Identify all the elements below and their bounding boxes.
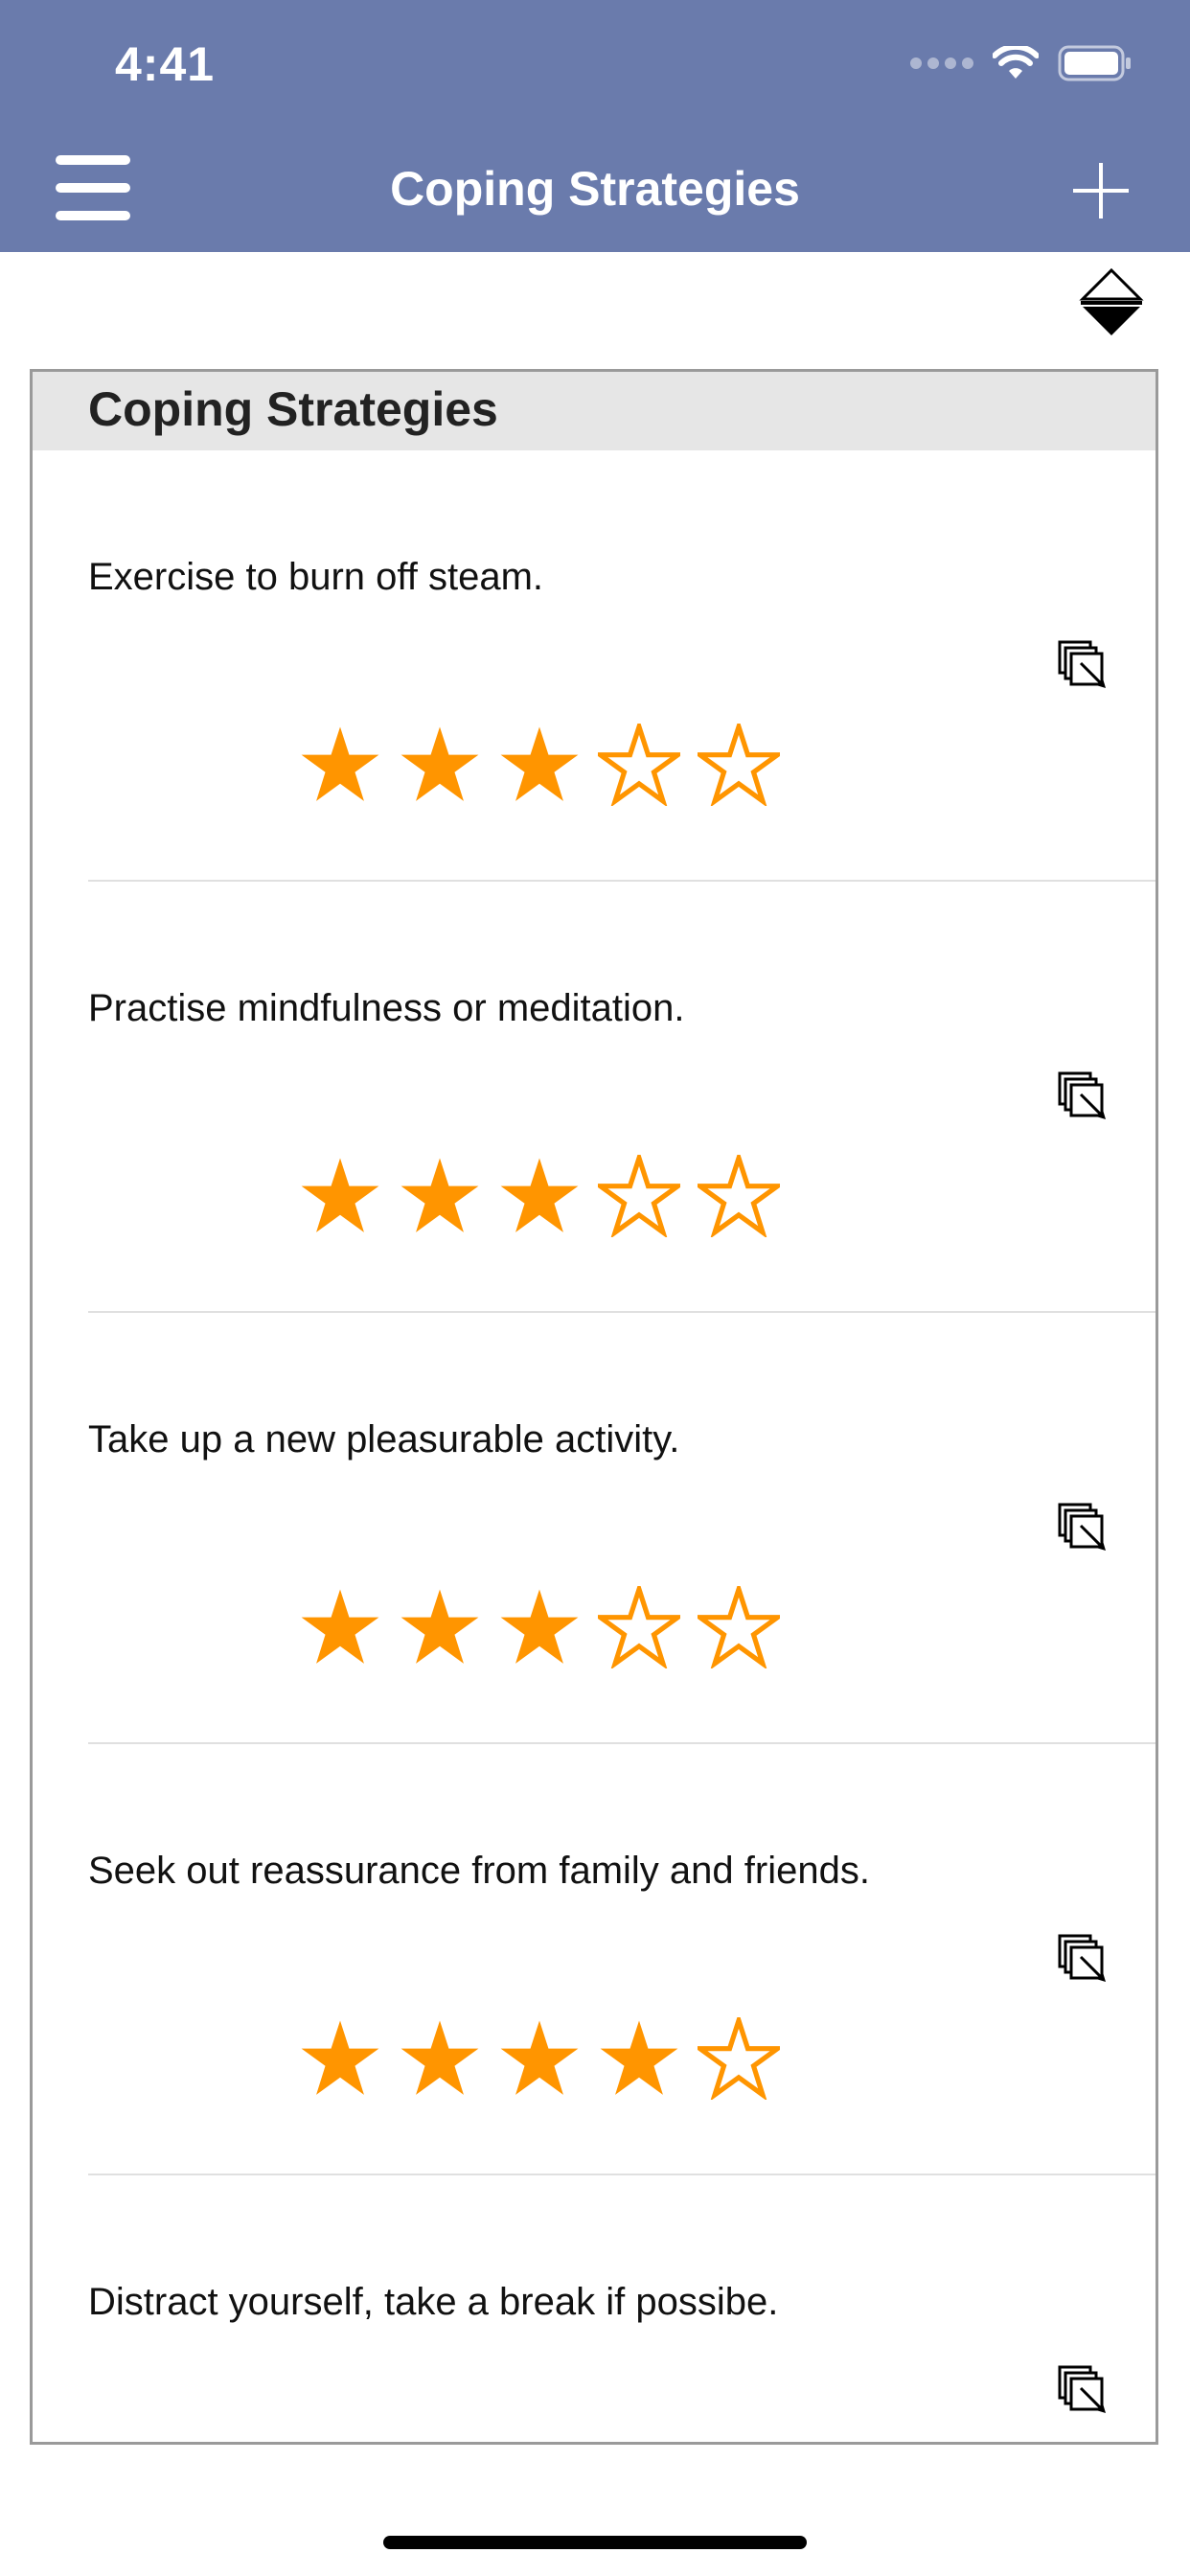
star-filled-icon[interactable]: [399, 1586, 481, 1668]
page-title: Coping Strategies: [390, 162, 800, 216]
star-empty-icon[interactable]: [698, 2017, 780, 2100]
list-item[interactable]: Distract yourself, take a break if possi…: [33, 2175, 1156, 2442]
strategy-text: Seek out reassurance from family and fri…: [88, 1850, 870, 1892]
star-filled-icon[interactable]: [299, 1155, 381, 1237]
section-header-title: Coping Strategies: [88, 382, 498, 436]
section-header: Coping Strategies: [33, 372, 1156, 450]
star-rating[interactable]: [299, 724, 780, 806]
status-indicators: [910, 42, 1133, 84]
star-empty-icon[interactable]: [598, 724, 680, 806]
cellular-signal-icon: [910, 58, 973, 69]
sort-toggle-icon[interactable]: [1077, 266, 1146, 339]
edit-copy-icon[interactable]: [1058, 1934, 1110, 1986]
strategy-text: Practise mindfulness or meditation.: [88, 987, 685, 1029]
star-empty-icon[interactable]: [698, 724, 780, 806]
star-filled-icon[interactable]: [399, 724, 481, 806]
home-indicator[interactable]: [383, 2536, 807, 2549]
edit-copy-icon[interactable]: [1058, 1071, 1110, 1123]
strategy-text: Exercise to burn off steam.: [88, 556, 544, 598]
star-filled-icon[interactable]: [498, 1586, 581, 1668]
star-empty-icon[interactable]: [698, 1586, 780, 1668]
edit-copy-icon[interactable]: [1058, 640, 1110, 692]
star-rating[interactable]: [299, 1586, 780, 1668]
star-filled-icon[interactable]: [299, 2017, 381, 2100]
list-item[interactable]: Take up a new pleasurable activity.: [33, 1313, 1156, 1744]
list-item[interactable]: Exercise to burn off steam.: [33, 450, 1156, 882]
strategies-panel: Coping Strategies Exercise to burn off s…: [30, 369, 1158, 2445]
add-strategy-button[interactable]: [1073, 163, 1129, 218]
star-filled-icon[interactable]: [598, 2017, 680, 2100]
strategy-text: Distract yourself, take a break if possi…: [88, 2281, 779, 2323]
strategy-text: Take up a new pleasurable activity.: [88, 1418, 680, 1460]
star-rating[interactable]: [299, 1155, 780, 1237]
star-filled-icon[interactable]: [498, 1155, 581, 1237]
navigation-bar: 4:41 Coping Strategies: [0, 0, 1190, 252]
list-item[interactable]: Seek out reassurance from family and fri…: [33, 1744, 1156, 2175]
edit-copy-icon[interactable]: [1058, 2365, 1110, 2417]
star-filled-icon[interactable]: [299, 1586, 381, 1668]
list-item[interactable]: Practise mindfulness or meditation.: [33, 882, 1156, 1313]
star-filled-icon[interactable]: [498, 724, 581, 806]
star-filled-icon[interactable]: [399, 2017, 481, 2100]
battery-icon: [1058, 45, 1131, 81]
star-filled-icon[interactable]: [498, 2017, 581, 2100]
star-empty-icon[interactable]: [698, 1155, 780, 1237]
star-empty-icon[interactable]: [598, 1586, 680, 1668]
status-time: 4:41: [115, 37, 216, 91]
star-filled-icon[interactable]: [299, 724, 381, 806]
star-empty-icon[interactable]: [598, 1155, 680, 1237]
star-filled-icon[interactable]: [399, 1155, 481, 1237]
star-rating[interactable]: [299, 2017, 780, 2100]
wifi-icon: [993, 46, 1039, 79]
edit-copy-icon[interactable]: [1058, 1503, 1110, 1554]
